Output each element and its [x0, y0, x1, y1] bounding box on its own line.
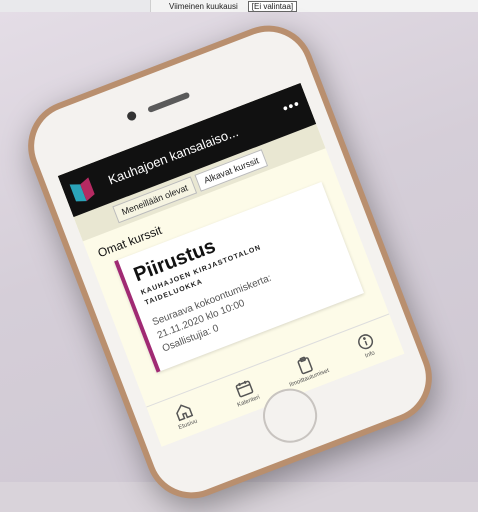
more-icon[interactable]: •••: [280, 95, 302, 116]
camera-icon: [125, 110, 138, 122]
phone-face: Kauhajoen kansalaiso... ••• Meneillään o…: [22, 19, 438, 505]
nav-label-info: Info: [364, 350, 376, 360]
period-label: Viimeinen kuukausi: [169, 1, 238, 11]
app-logo-icon: [69, 175, 98, 205]
phone-body: Kauhajoen kansalaiso... ••• Meneillään o…: [14, 12, 446, 512]
speaker-grille: [147, 91, 191, 114]
phone-screen: Kauhajoen kansalaiso... ••• Meneillään o…: [57, 82, 405, 447]
period-select[interactable]: [Ei valintaa]: [247, 0, 298, 12]
strip-left-panel: [0, 0, 151, 12]
nav-item-info[interactable]: Info: [329, 314, 405, 377]
photo-background: Kauhajoen kansalaiso... ••• Meneillään o…: [0, 12, 478, 512]
